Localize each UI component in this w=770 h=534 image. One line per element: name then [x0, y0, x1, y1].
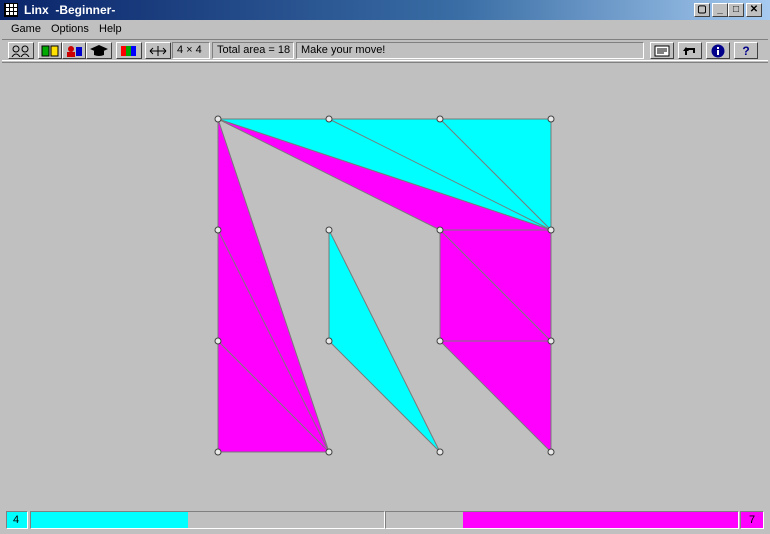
board-canvas[interactable]: [2, 63, 768, 509]
menu-options[interactable]: Options: [51, 23, 89, 35]
info-icon[interactable]: [706, 42, 730, 59]
magenta-progress-fill: [463, 512, 738, 528]
maximize-button[interactable]: □: [728, 3, 744, 17]
restore-icon[interactable]: ▢: [694, 3, 710, 17]
cyan-progress-track: [30, 511, 385, 529]
new-game-icon[interactable]: [38, 42, 62, 59]
window-title: Linx -Beginner-: [24, 3, 116, 17]
magenta-score: 7: [740, 511, 764, 529]
close-button[interactable]: ✕: [746, 3, 762, 17]
minimize-button[interactable]: _: [712, 3, 728, 17]
color-icon[interactable]: [116, 42, 142, 59]
game-board[interactable]: [2, 62, 768, 509]
title-bar: Linx -Beginner- ▢ _ □ ✕: [0, 0, 770, 20]
help-icon[interactable]: ?: [734, 42, 758, 59]
players-icon[interactable]: [8, 42, 34, 59]
total-area: Total area = 18: [212, 42, 294, 59]
status-message: Make your move!: [296, 42, 644, 59]
menu-help[interactable]: Help: [99, 23, 122, 35]
teacher-icon[interactable]: [86, 42, 112, 59]
score-bar: 4 7: [4, 510, 766, 530]
menu-bar: Game Options Help: [0, 20, 770, 39]
menu-game[interactable]: Game: [11, 23, 41, 35]
hint-icon[interactable]: [650, 42, 674, 59]
board-size: 4 × 4: [172, 42, 210, 59]
magenta-progress-track: [385, 511, 739, 529]
cyan-progress-fill: [31, 512, 188, 528]
undo-icon[interactable]: [678, 42, 702, 59]
toolbar: 4 × 4 Total area = 18 Make your move! ?: [2, 39, 768, 61]
cyan-score: 4: [6, 511, 28, 529]
opponent-icon[interactable]: [62, 42, 86, 59]
app-icon[interactable]: [4, 3, 18, 17]
resize-icon[interactable]: [145, 42, 171, 59]
